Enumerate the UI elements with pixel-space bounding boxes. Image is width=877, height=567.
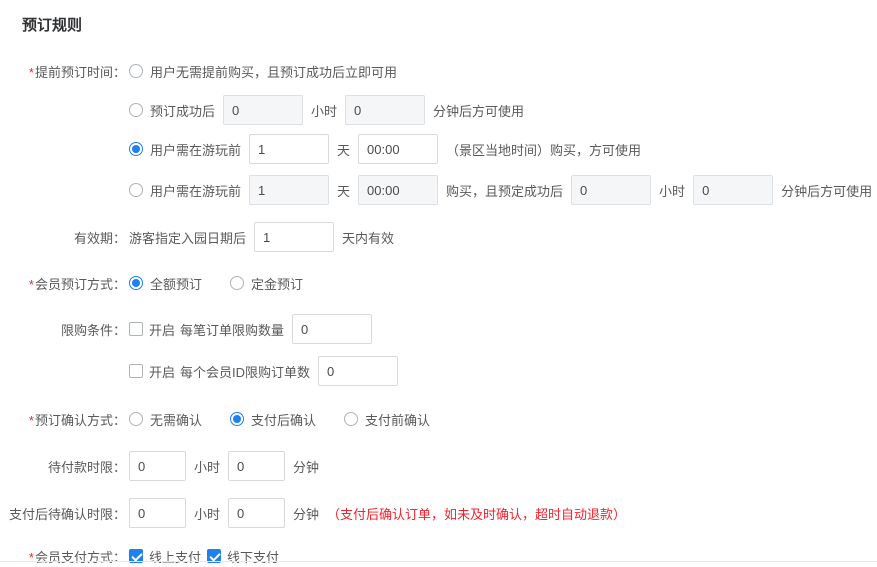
- form-row-validity: 有效期： 游客指定入园日期后 天内有效: [0, 222, 877, 252]
- hours-unit-label: 小时: [659, 181, 685, 200]
- radio-option-label: 用户需在游玩前: [150, 181, 241, 200]
- checkbox-offline-payment[interactable]: 线下支付: [207, 547, 279, 566]
- radio-icon[interactable]: [344, 412, 358, 426]
- radio-option-label: 用户需在游玩前: [150, 140, 241, 159]
- checkbox-icon[interactable]: [129, 322, 143, 336]
- pending-hours-input[interactable]: [129, 451, 186, 481]
- days-unit-label: 天: [337, 181, 350, 200]
- radio-option-label: 用户无需提前购买，且预订成功后立即可用: [150, 62, 397, 81]
- hours-unit-label: 小时: [194, 504, 220, 523]
- form-row-advance-option-2: 预订成功后 小时 分钟后方可使用: [0, 95, 877, 125]
- radio-option-label: 支付后确认: [251, 410, 316, 429]
- limit-per-member-input[interactable]: [318, 356, 398, 386]
- radio-option-before-play-plus-delay[interactable]: 用户需在游玩前: [129, 181, 241, 200]
- limit-per-member-label: 每个会员ID限购订单数: [180, 362, 310, 381]
- required-asterisk: *: [29, 65, 34, 80]
- radio-option-confirm-after-pay[interactable]: 支付后确认: [230, 410, 316, 429]
- form-row-advance-option-1: *提前预订时间： 用户无需提前购买，且预订成功后立即可用: [0, 56, 877, 86]
- limit-per-order-label: 每笔订单限购数量: [180, 320, 284, 339]
- hours-input[interactable]: [571, 175, 651, 205]
- radio-option-deposit[interactable]: 定金预订: [230, 274, 303, 293]
- radio-option-no-confirm[interactable]: 无需确认: [129, 410, 202, 429]
- radio-option-label: 全额预订: [150, 274, 202, 293]
- minutes-input[interactable]: [693, 175, 773, 205]
- radio-icon[interactable]: [129, 103, 143, 117]
- form-row-advance-option-4: 用户需在游玩前 天 购买，且预定成功后 小时 分钟后方可使用: [0, 175, 877, 205]
- checkbox-limit-per-order[interactable]: 开启: [129, 320, 175, 339]
- checkbox-label: 线上支付: [149, 547, 201, 566]
- form-row-purchase-limit-2: 开启 每个会员ID限购订单数: [0, 356, 877, 386]
- payment-method-label: *会员支付方式：: [0, 547, 126, 566]
- auto-refund-note: （支付后确认订单，如未及时确认，超时自动退款）: [327, 504, 626, 523]
- form-row-member-booking-mode: *会员预订方式： 全额预订 定金预订: [0, 268, 877, 298]
- form-row-payment-method: *会员支付方式： 线上支付 线下支付: [0, 541, 877, 567]
- bottom-divider: [0, 561, 877, 562]
- hours-unit-label: 小时: [311, 101, 337, 120]
- option-suffix-label: （景区当地时间）购买，方可使用: [446, 140, 641, 159]
- radio-checked-icon[interactable]: [129, 276, 143, 290]
- radio-option-label: 定金预订: [251, 274, 303, 293]
- checkbox-icon[interactable]: [129, 364, 143, 378]
- radio-option-confirm-before-pay[interactable]: 支付前确认: [344, 410, 430, 429]
- confirm-mode-label: *预订确认方式：: [0, 410, 126, 429]
- form-row-confirm-timeout: 支付后待确认时限： 小时 分钟 （支付后确认订单，如未及时确认，超时自动退款）: [0, 498, 877, 528]
- advance-booking-label: *提前预订时间：: [0, 62, 126, 81]
- minutes-input[interactable]: [345, 95, 425, 125]
- radio-icon[interactable]: [230, 276, 244, 290]
- booking-rules-panel: 预订规则 *提前预订时间： 用户无需提前购买，且预订成功后立即可用 预订成功后 …: [0, 0, 877, 567]
- required-asterisk: *: [29, 277, 34, 292]
- days-unit-label: 天: [337, 140, 350, 159]
- radio-checked-icon[interactable]: [230, 412, 244, 426]
- option-mid-label: 购买，且预定成功后: [446, 181, 563, 200]
- time-input[interactable]: [358, 175, 438, 205]
- pending-payment-label: 待付款时限：: [0, 457, 126, 476]
- required-asterisk: *: [29, 550, 34, 565]
- limit-per-order-input[interactable]: [292, 314, 372, 344]
- checkbox-label: 线下支付: [227, 547, 279, 566]
- option-suffix-label: 分钟后方可使用: [781, 181, 872, 200]
- minutes-unit-label: 分钟: [293, 504, 319, 523]
- hours-input[interactable]: [223, 95, 303, 125]
- pending-minutes-input[interactable]: [228, 451, 285, 481]
- validity-prefix-label: 游客指定入园日期后: [129, 228, 246, 247]
- time-input[interactable]: [358, 134, 438, 164]
- member-booking-label: *会员预订方式：: [0, 274, 126, 293]
- validity-days-input[interactable]: [254, 222, 334, 252]
- validity-label: 有效期：: [0, 228, 126, 247]
- form-row-advance-option-3: 用户需在游玩前 天 （景区当地时间）购买，方可使用: [0, 134, 877, 164]
- radio-option-label: 支付前确认: [365, 410, 430, 429]
- confirm-timeout-label: 支付后待确认时限：: [0, 504, 126, 523]
- checkbox-online-payment[interactable]: 线上支付: [129, 547, 201, 566]
- purchase-limit-label: 限购条件：: [0, 320, 126, 339]
- form-row-pending-payment: 待付款时限： 小时 分钟: [0, 451, 877, 481]
- minutes-unit-label: 分钟: [293, 457, 319, 476]
- days-input[interactable]: [249, 175, 329, 205]
- hours-unit-label: 小时: [194, 457, 220, 476]
- days-input[interactable]: [249, 134, 329, 164]
- checkbox-limit-per-member[interactable]: 开启: [129, 362, 175, 381]
- radio-option-label: 预订成功后: [150, 101, 215, 120]
- form-row-purchase-limit-1: 限购条件： 开启 每笔订单限购数量: [0, 314, 877, 344]
- required-asterisk: *: [29, 413, 34, 428]
- radio-icon[interactable]: [129, 64, 143, 78]
- radio-option-full-payment[interactable]: 全额预订: [129, 274, 202, 293]
- validity-suffix-label: 天内有效: [342, 228, 394, 247]
- page-title: 预订规则: [22, 14, 82, 35]
- radio-icon[interactable]: [129, 183, 143, 197]
- checkbox-label: 开启: [149, 362, 175, 381]
- radio-option-no-advance[interactable]: 用户无需提前购买，且预订成功后立即可用: [129, 62, 397, 81]
- form-row-confirm-mode: *预订确认方式： 无需确认 支付后确认 支付前确认: [0, 404, 877, 434]
- radio-option-before-play-day[interactable]: 用户需在游玩前: [129, 140, 241, 159]
- timeout-minutes-input[interactable]: [228, 498, 285, 528]
- radio-checked-icon[interactable]: [129, 142, 143, 156]
- radio-option-label: 无需确认: [150, 410, 202, 429]
- radio-icon[interactable]: [129, 412, 143, 426]
- option-suffix-label: 分钟后方可使用: [433, 101, 524, 120]
- radio-option-after-success[interactable]: 预订成功后: [129, 101, 215, 120]
- checkbox-label: 开启: [149, 320, 175, 339]
- timeout-hours-input[interactable]: [129, 498, 186, 528]
